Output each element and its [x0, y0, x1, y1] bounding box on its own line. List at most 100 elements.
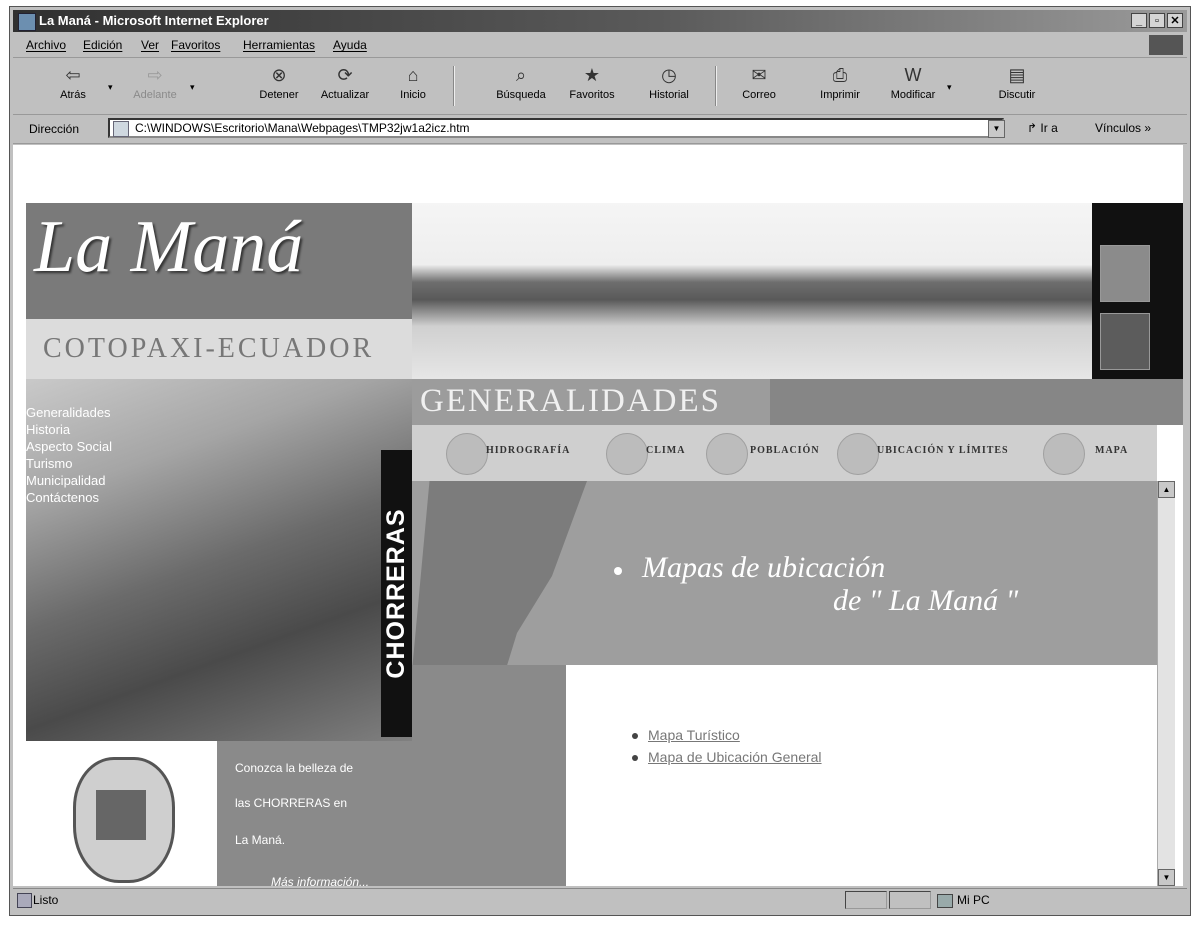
stop-button[interactable]: ⊗ Detener [249, 62, 309, 110]
nav-historia[interactable]: Historia [26, 422, 176, 439]
thumbnail-column [1092, 203, 1183, 379]
status-pane [889, 891, 931, 909]
forward-label: Adelante [133, 89, 177, 101]
region-banner: COTOPAXI-ECUADOR [26, 319, 412, 379]
chorreras-label-bar: CHORRERAS [381, 450, 412, 737]
subnav-label: POBLACIÓN [750, 445, 820, 456]
nav-municipalidad[interactable]: Municipalidad [26, 473, 176, 490]
search-button[interactable]: ⌕ Búsqueda [491, 62, 551, 110]
standard-toolbar: ⇦ Atrás ▾ ⇨ Adelante ▾ ⊗ Detener ⟳ Actua… [13, 58, 1187, 115]
page-icon [113, 121, 129, 137]
bullet-icon [632, 755, 638, 762]
close-button[interactable]: ✕ [1167, 13, 1183, 28]
print-label: Imprimir [820, 89, 860, 101]
security-zone: Mi PC [937, 893, 990, 908]
printer-icon: ⎙ [832, 65, 848, 85]
menu-ayuda[interactable]: Ayuda [333, 38, 367, 52]
main-content: Mapa Turístico Mapa de Ubicación General [566, 665, 1157, 886]
map-section-banner: Mapas de ubicación de " La Maná " [412, 481, 1157, 861]
browser-window: La Maná - Microsoft Internet Explorer _ … [9, 6, 1191, 916]
subnav-mapa[interactable]: MAPA [1043, 425, 1153, 481]
emblem-icon [837, 433, 879, 475]
forward-dropdown-arrow[interactable]: ▾ [190, 82, 195, 93]
back-button[interactable]: ⇦ Atrás [43, 62, 103, 110]
nav-generalidades[interactable]: Generalidades [26, 405, 176, 422]
edit-dropdown-arrow[interactable]: ▾ [947, 82, 952, 93]
emblem-icon [606, 433, 648, 475]
menu-favoritos[interactable]: Favoritos [171, 38, 220, 52]
forward-button[interactable]: ⇨ Adelante [125, 62, 185, 110]
address-label: Dirección [29, 122, 80, 136]
more-info-link[interactable]: Más información... [271, 875, 369, 886]
thumbnail-image[interactable] [1100, 313, 1150, 370]
toolbar-separator [715, 66, 717, 106]
windows-logo-icon [1149, 35, 1183, 55]
refresh-label: Actualizar [320, 89, 370, 101]
emblem-icon [706, 433, 748, 475]
vertical-scrollbar[interactable]: ▲ ▼ [1157, 481, 1175, 886]
home-button[interactable]: ⌂ Inicio [383, 62, 443, 110]
municipal-crest [26, 741, 217, 886]
stop-icon: ⊗ [271, 65, 287, 85]
coat-of-arms-icon [73, 757, 175, 883]
discuss-label: Discutir [998, 89, 1036, 101]
nav-aspecto-social[interactable]: Aspecto Social [26, 439, 176, 456]
promo-box: Conozca la belleza de las CHORRERAS en L… [217, 741, 566, 886]
map-ubicacion-general-link[interactable]: Mapa de Ubicación General [648, 749, 822, 765]
status-pane [845, 891, 887, 909]
edit-button[interactable]: W Modificar [883, 62, 943, 110]
subnav-poblacion[interactable]: POBLACIÓN [706, 425, 836, 481]
minimize-button[interactable]: _ [1131, 13, 1147, 28]
thumbnail-image[interactable] [1100, 245, 1150, 302]
list-item: Mapa Turístico [632, 727, 822, 749]
history-label: Historial [649, 89, 689, 101]
search-label: Búsqueda [496, 89, 546, 101]
forward-arrow-icon: ⇨ [147, 65, 163, 85]
menu-ver[interactable]: Ver [141, 38, 159, 52]
page-done-icon [17, 893, 32, 908]
scroll-down-button[interactable]: ▼ [1158, 869, 1175, 886]
mail-button[interactable]: ✉ Correo [729, 62, 789, 110]
map-title-line2: de " La Maná " [833, 584, 1019, 617]
back-dropdown-arrow[interactable]: ▾ [108, 82, 113, 93]
address-dropdown-button[interactable]: ▼ [988, 120, 1005, 138]
map-turistico-link[interactable]: Mapa Turístico [648, 727, 740, 743]
nav-contactenos[interactable]: Contáctenos [26, 490, 176, 507]
menu-bar: Archivo Edición Ver Favoritos Herramient… [13, 33, 1187, 58]
menu-herramientas[interactable]: Herramientas [243, 38, 315, 52]
page-viewport: La Maná COTOPAXI-ECUADOR Generalidades H… [13, 145, 1183, 886]
favorites-button[interactable]: ★ Favoritos [562, 62, 622, 110]
subnav-hidrografia[interactable]: HIDROGRAFÍA [446, 425, 606, 481]
subnav-clima[interactable]: CLIMA [606, 425, 706, 481]
map-link-list: Mapa Turístico Mapa de Ubicación General [632, 727, 822, 771]
word-edit-icon: W [904, 65, 922, 85]
subnav-label: MAPA [1095, 445, 1129, 456]
favorites-icon: ★ [583, 65, 601, 85]
list-item: Mapa de Ubicación General [632, 749, 822, 771]
stop-label: Detener [259, 89, 299, 101]
subnav-ubicacion-limites[interactable]: UBICACIÓN Y LÍMITES [837, 425, 1037, 481]
go-label: Ir a [1040, 121, 1058, 135]
discuss-icon: ▤ [1008, 65, 1026, 85]
emblem-icon [1043, 433, 1085, 475]
maximize-button[interactable]: ▫ [1149, 13, 1165, 28]
menu-edicion[interactable]: Edición [83, 38, 122, 52]
refresh-button[interactable]: ⟳ Actualizar [315, 62, 375, 110]
address-input[interactable]: C:\WINDOWS\Escritorio\Mana\Webpages\TMP3… [108, 118, 1004, 138]
scroll-up-button[interactable]: ▲ [1158, 481, 1175, 498]
go-button[interactable]: ↱ Ir a [1027, 121, 1058, 135]
print-button[interactable]: ⎙ Imprimir [810, 62, 870, 110]
subnav-label: CLIMA [646, 445, 686, 456]
links-button[interactable]: Vínculos » [1095, 121, 1151, 135]
history-button[interactable]: ◷ Historial [639, 62, 699, 110]
emblem-icon [446, 433, 488, 475]
back-arrow-icon: ⇦ [65, 65, 81, 85]
menu-archivo[interactable]: Archivo [26, 38, 66, 52]
nav-turismo[interactable]: Turismo [26, 456, 176, 473]
title-bar[interactable]: La Maná - Microsoft Internet Explorer _ … [13, 10, 1187, 32]
site-logo[interactable]: La Maná [26, 203, 412, 319]
status-text: Listo [33, 893, 59, 907]
chorreras-label: CHORRERAS [382, 508, 410, 679]
section-title: GENERALIDADES [420, 383, 721, 419]
discuss-button[interactable]: ▤ Discutir [987, 62, 1047, 110]
